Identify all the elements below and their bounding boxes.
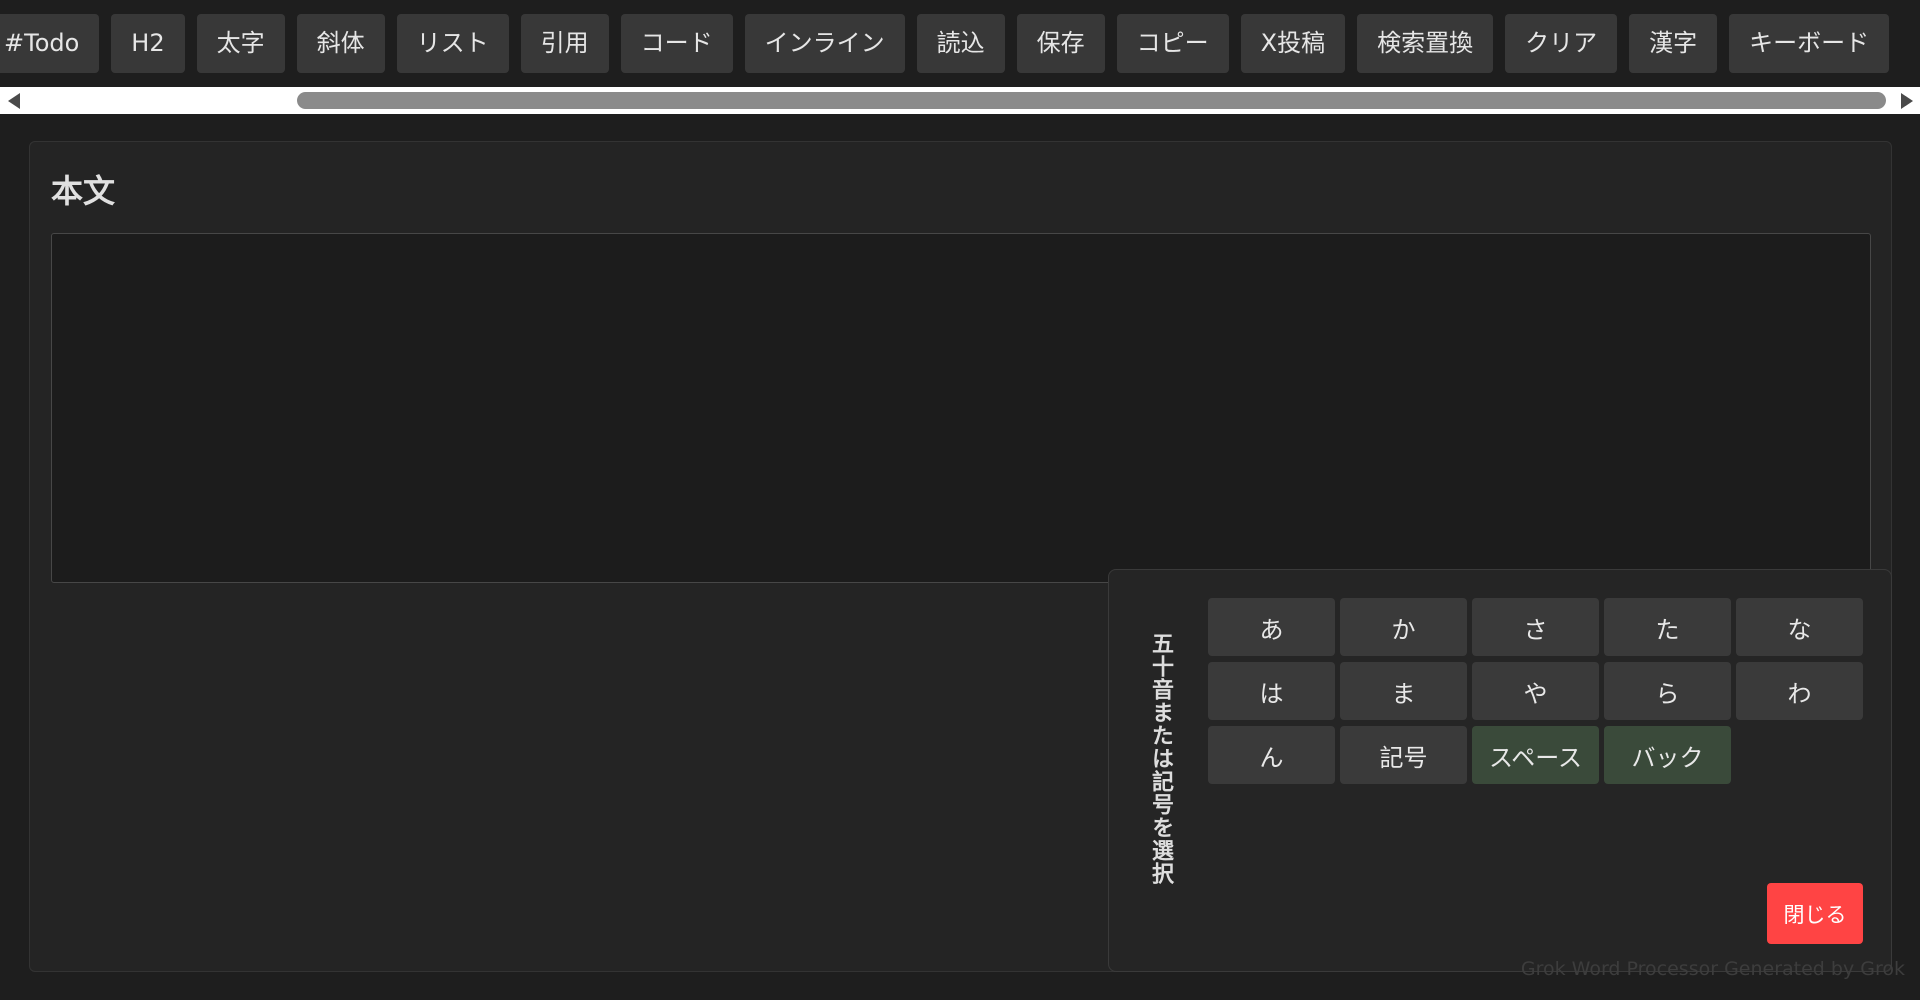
scroll-right-arrow-icon[interactable] bbox=[1893, 87, 1920, 114]
key-symbols[interactable]: 記号 bbox=[1340, 726, 1467, 784]
page-title: 本文 bbox=[51, 172, 116, 210]
bold-button[interactable]: 太字 bbox=[196, 14, 285, 73]
key-n[interactable]: ん bbox=[1208, 726, 1335, 784]
key-ra[interactable]: ら bbox=[1604, 662, 1731, 720]
key-backspace[interactable]: バック bbox=[1604, 726, 1731, 784]
body-editor[interactable] bbox=[51, 233, 1871, 583]
quote-button[interactable]: 引用 bbox=[520, 14, 609, 73]
key-ma[interactable]: ま bbox=[1340, 662, 1467, 720]
list-button[interactable]: リスト bbox=[396, 14, 509, 73]
toolbar-button-row: #Todo H2 太字 斜体 リスト 引用 コード インライン 読込 保存 コピ… bbox=[0, 14, 1890, 73]
kanji-button[interactable]: 漢字 bbox=[1629, 14, 1718, 73]
scroll-left-arrow-icon[interactable] bbox=[0, 87, 27, 114]
keyboard-instruction-label: 五十音または記号を選択 bbox=[1148, 632, 1173, 885]
x-post-button[interactable]: X投稿 bbox=[1240, 14, 1346, 73]
key-na[interactable]: な bbox=[1736, 598, 1863, 656]
save-button[interactable]: 保存 bbox=[1016, 14, 1105, 73]
inline-code-button[interactable]: インライン bbox=[744, 14, 905, 73]
todo-button[interactable]: #Todo bbox=[0, 14, 100, 73]
keyboard-button[interactable]: キーボード bbox=[1729, 14, 1890, 73]
key-ya[interactable]: や bbox=[1472, 662, 1599, 720]
search-replace-button[interactable]: 検索置換 bbox=[1357, 14, 1494, 73]
toolbar: #Todo H2 太字 斜体 リスト 引用 コード インライン 読込 保存 コピ… bbox=[0, 0, 1920, 87]
kana-keyboard-panel: 五十音または記号を選択 あ か さ た な は ま や ら わ ん 記号 スペー… bbox=[1108, 569, 1892, 972]
key-sa[interactable]: さ bbox=[1472, 598, 1599, 656]
key-a[interactable]: あ bbox=[1208, 598, 1335, 656]
key-ta[interactable]: た bbox=[1604, 598, 1731, 656]
load-button[interactable]: 読込 bbox=[916, 14, 1005, 73]
key-space[interactable]: スペース bbox=[1472, 726, 1599, 784]
scrollbar-thumb[interactable] bbox=[297, 92, 1886, 109]
key-wa[interactable]: わ bbox=[1736, 662, 1863, 720]
toolbar-scrollbar[interactable] bbox=[0, 87, 1920, 114]
italic-button[interactable]: 斜体 bbox=[296, 14, 385, 73]
key-ha[interactable]: は bbox=[1208, 662, 1335, 720]
code-button[interactable]: コード bbox=[620, 14, 733, 73]
close-keyboard-button[interactable]: 閉じる bbox=[1767, 883, 1863, 944]
keyboard-key-grid: あ か さ た な は ま や ら わ ん 記号 スペース バック bbox=[1208, 598, 1863, 784]
copy-button[interactable]: コピー bbox=[1116, 14, 1229, 73]
clear-button[interactable]: クリア bbox=[1505, 14, 1618, 73]
h2-button[interactable]: H2 bbox=[111, 14, 185, 73]
footer-credit: Grok Word Processor Generated by Grok bbox=[1520, 958, 1905, 980]
key-ka[interactable]: か bbox=[1340, 598, 1467, 656]
